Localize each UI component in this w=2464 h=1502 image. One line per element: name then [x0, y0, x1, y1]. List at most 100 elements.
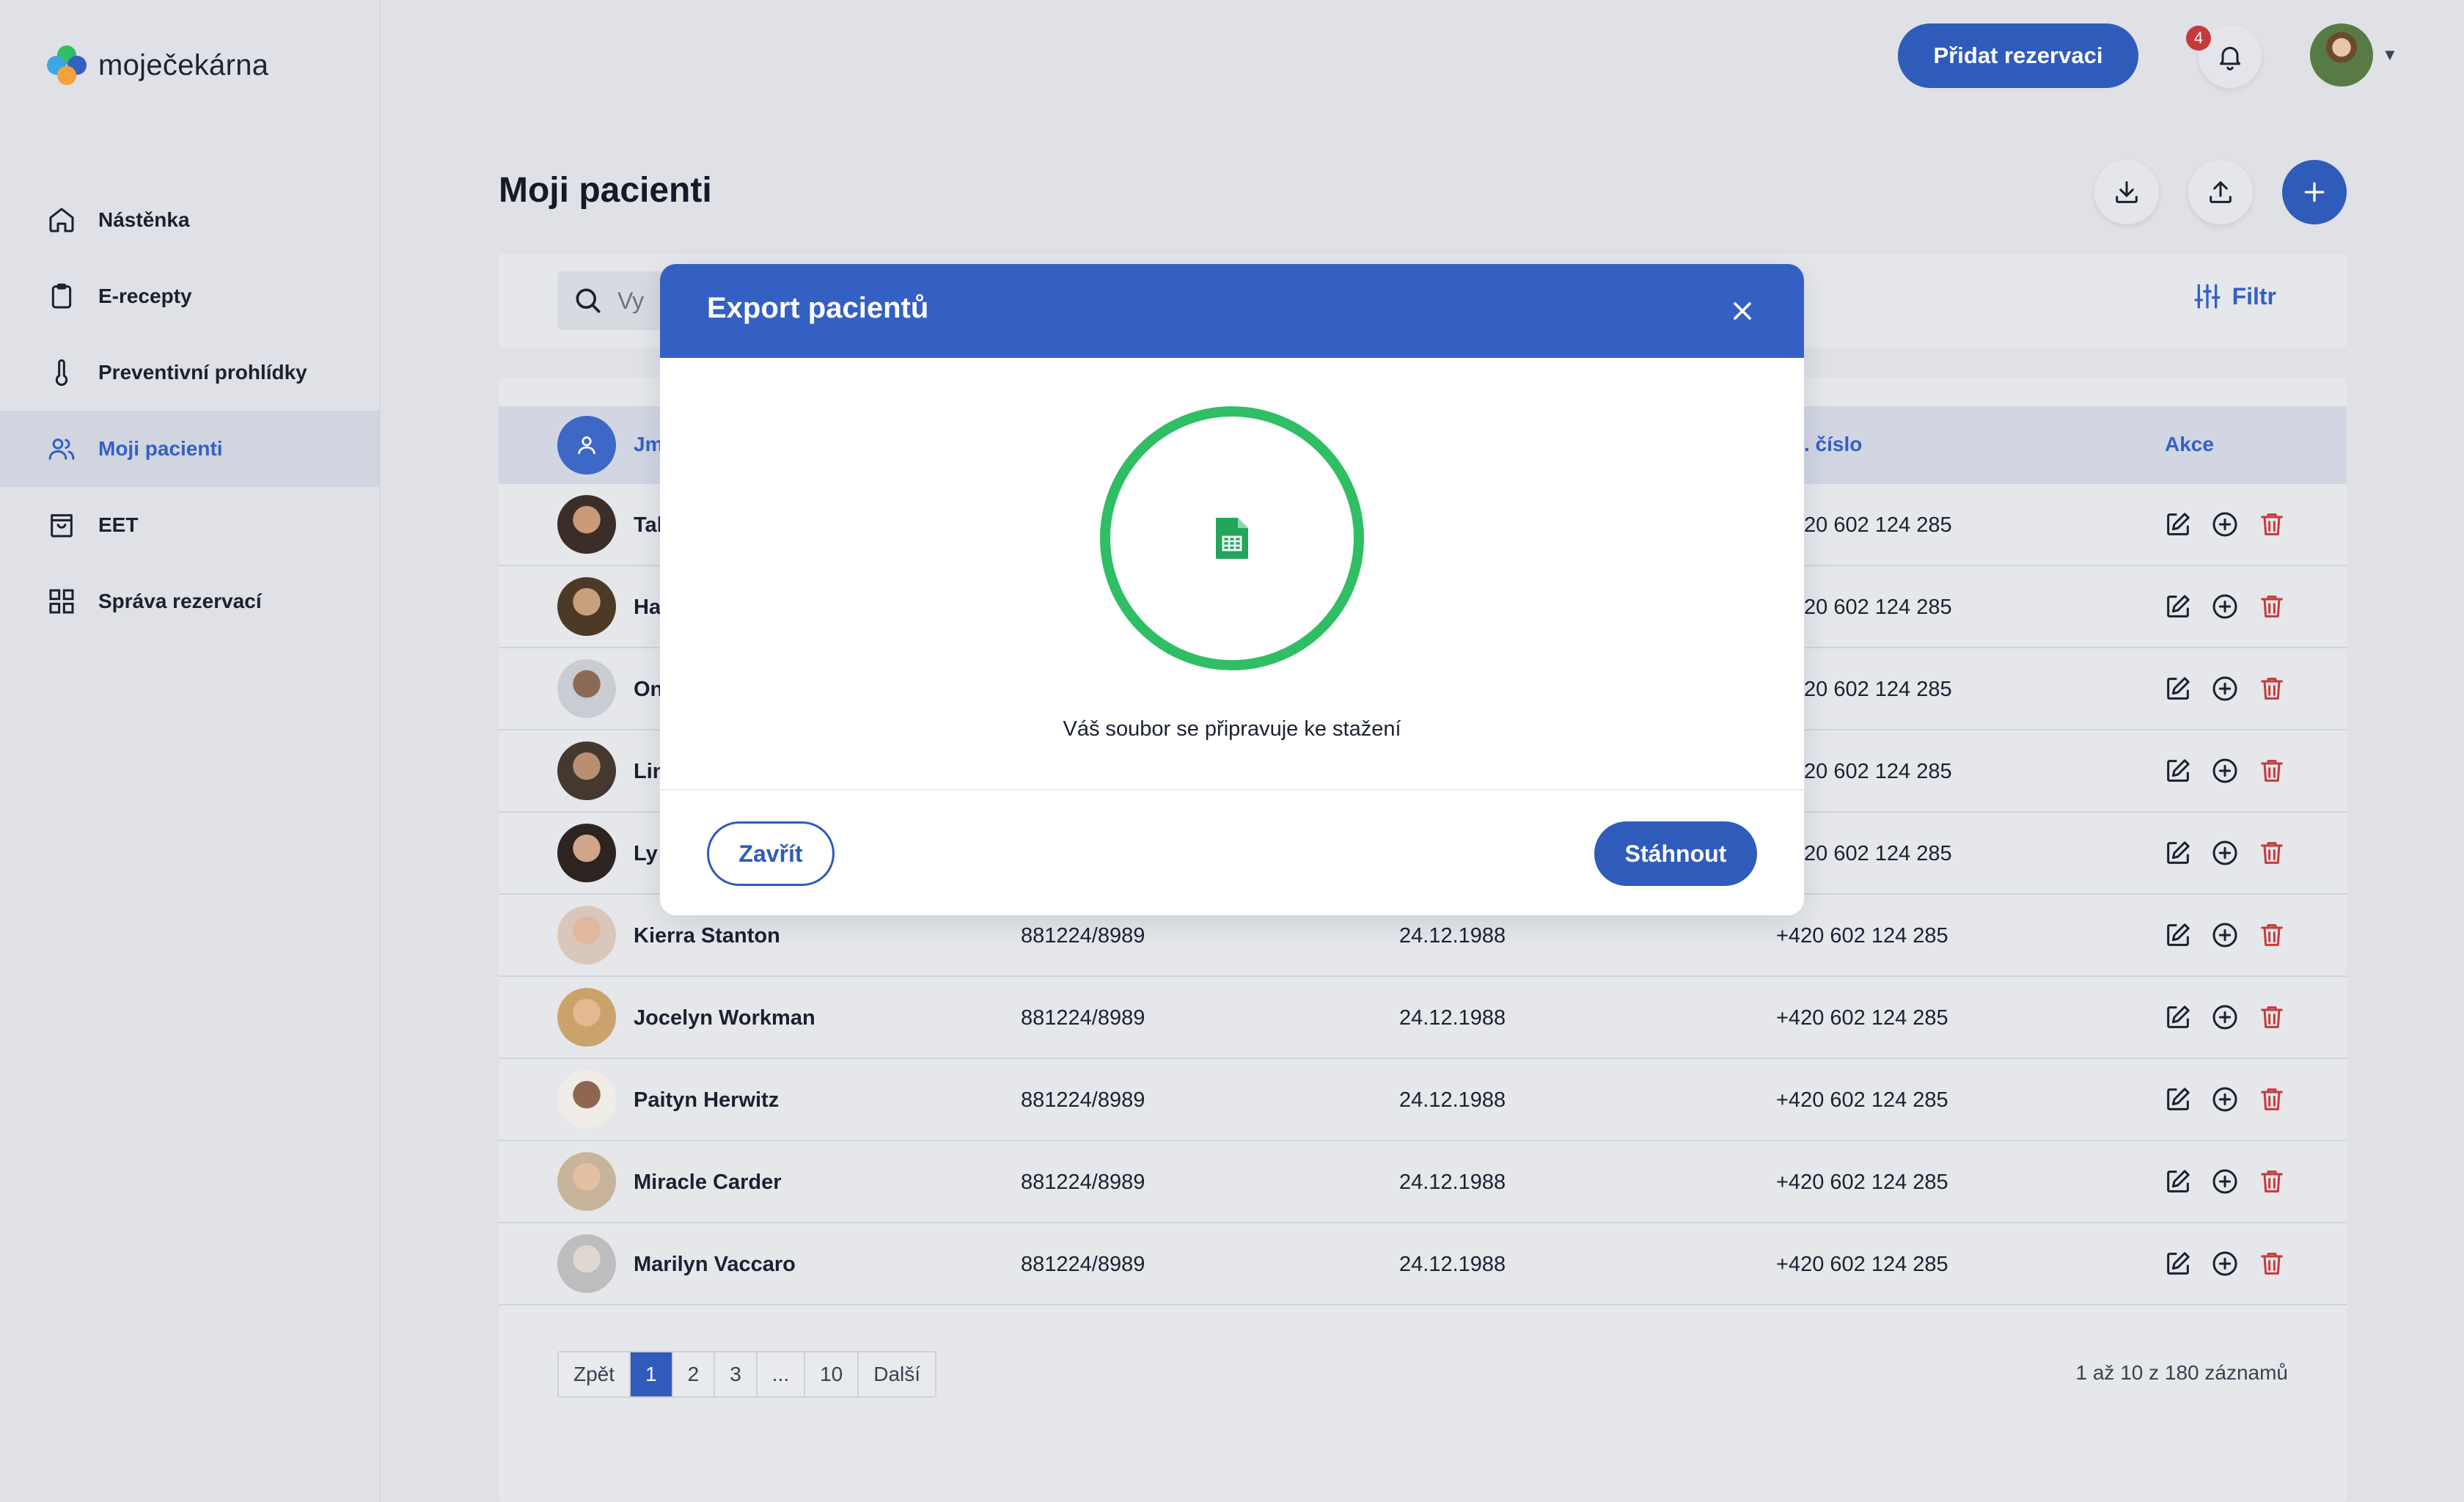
- edit-icon[interactable]: [2163, 510, 2193, 539]
- patient-phone: 20 602 124 285: [1804, 513, 1952, 537]
- export-button[interactable]: [2188, 160, 2253, 224]
- search-icon: [576, 288, 601, 313]
- row-actions: [2163, 674, 2287, 703]
- modal-divider: [660, 789, 1804, 791]
- patient-name[interactable]: Jocelyn Workman: [634, 1006, 815, 1030]
- pagination-ellipsis: ...: [757, 1352, 806, 1396]
- patient-avatar: [557, 1234, 616, 1293]
- column-header-name[interactable]: Jm: [634, 433, 663, 456]
- brand-logo[interactable]: moječekárna: [45, 44, 268, 87]
- patient-avatar: [557, 495, 616, 554]
- patient-birth-number: 881224/8989: [1021, 1171, 1145, 1194]
- add-reservation-button[interactable]: Přidat rezervaci: [1898, 23, 2138, 88]
- sidebar-item-label: E-recepty: [98, 285, 192, 307]
- pagination-page-10[interactable]: 10: [805, 1352, 859, 1396]
- add-circle-icon[interactable]: [2210, 674, 2240, 703]
- patient-phone: +420 602 124 285: [1776, 1006, 1948, 1030]
- patient-avatar: [557, 824, 616, 882]
- patient-phone: 20 602 124 285: [1804, 596, 1952, 619]
- modal-close-button[interactable]: Zavřít: [707, 821, 835, 886]
- sidebar-item-label: Moji pacienti: [98, 437, 223, 460]
- table-row[interactable]: Miracle Carder 881224/8989 24.12.1988 +420 …: [499, 1141, 2347, 1223]
- patient-avatar: [557, 577, 616, 636]
- patient-name[interactable]: Miracle Carder: [634, 1171, 782, 1195]
- add-circle-icon[interactable]: [2210, 1249, 2240, 1278]
- patient-avatar: [557, 988, 616, 1047]
- patient-avatar: [557, 741, 616, 800]
- row-actions: [2163, 1003, 2287, 1032]
- pagination-prev-button[interactable]: Zpět: [559, 1352, 631, 1396]
- upload-icon: [2210, 181, 2232, 203]
- modal-message: Váš soubor se připravuje ke stažení: [1063, 717, 1401, 741]
- trash-icon[interactable]: [2257, 1003, 2287, 1032]
- patient-name[interactable]: Ly: [634, 842, 658, 866]
- user-avatar[interactable]: [2310, 23, 2373, 87]
- add-circle-icon[interactable]: [2210, 1003, 2240, 1032]
- patient-birth-date: 24.12.1988: [1399, 1006, 1506, 1030]
- patient-name[interactable]: Paityn Herwitz: [634, 1088, 779, 1113]
- edit-icon[interactable]: [2163, 1003, 2193, 1032]
- trash-icon[interactable]: [2257, 592, 2287, 621]
- edit-icon[interactable]: [2163, 592, 2193, 621]
- add-circle-icon[interactable]: [2210, 838, 2240, 868]
- patient-avatar: [557, 906, 616, 964]
- pagination-page-2[interactable]: 2: [672, 1352, 716, 1396]
- add-circle-icon[interactable]: [2210, 1167, 2240, 1196]
- edit-icon[interactable]: [2163, 1085, 2193, 1114]
- edit-icon[interactable]: [2163, 674, 2193, 703]
- patient-phone: 20 602 124 285: [1804, 842, 1952, 865]
- edit-icon[interactable]: [2163, 1167, 2193, 1196]
- pagination-page-1[interactable]: 1: [631, 1352, 673, 1396]
- sidebar-item-eet[interactable]: EET: [0, 487, 381, 563]
- trash-icon[interactable]: [2257, 510, 2287, 539]
- add-circle-icon[interactable]: [2210, 920, 2240, 950]
- filter-label: Filtr: [2232, 282, 2276, 309]
- patient-name[interactable]: Ha: [634, 596, 661, 620]
- table-row[interactable]: Paityn Herwitz 881224/8989 24.12.1988 +420 …: [499, 1059, 2347, 1141]
- trash-icon[interactable]: [2257, 1085, 2287, 1114]
- sidebar-item-moji-pacienti[interactable]: Moji pacienti: [0, 411, 381, 487]
- grid-icon: [49, 589, 74, 614]
- column-header-phone[interactable]: . číslo: [1804, 433, 1862, 456]
- modal-download-button[interactable]: Stáhnout: [1594, 821, 1757, 886]
- table-row[interactable]: Marilyn Vaccaro 881224/8989 24.12.1988 +420…: [499, 1223, 2347, 1305]
- edit-icon[interactable]: [2163, 1249, 2193, 1278]
- add-patient-button[interactable]: [2282, 160, 2347, 224]
- trash-icon[interactable]: [2257, 1249, 2287, 1278]
- edit-icon[interactable]: [2163, 756, 2193, 785]
- close-icon[interactable]: [1725, 293, 1760, 329]
- trash-icon[interactable]: [2257, 838, 2287, 868]
- sidebar-item-sprava-rezervaci[interactable]: Správa rezervací: [0, 563, 381, 640]
- modal-header: Export pacientů: [660, 264, 1804, 358]
- pagination-next-button[interactable]: Další: [859, 1352, 936, 1396]
- patient-name[interactable]: Marilyn Vaccaro: [634, 1253, 796, 1277]
- import-button[interactable]: [2094, 160, 2159, 224]
- sidebar-item-nastenka[interactable]: Nástěnka: [0, 182, 381, 258]
- trash-icon[interactable]: [2257, 920, 2287, 950]
- add-circle-icon[interactable]: [2210, 510, 2240, 539]
- sidebar-item-e-recepty[interactable]: E-recepty: [0, 258, 381, 334]
- patient-name[interactable]: Tal: [634, 513, 663, 538]
- sidebar-item-preventivni-prohlidky[interactable]: Preventivní prohlídky: [0, 334, 381, 411]
- table-row[interactable]: Jocelyn Workman 881224/8989 24.12.1988 +420…: [499, 977, 2347, 1059]
- trash-icon[interactable]: [2257, 1167, 2287, 1196]
- row-actions: [2163, 1249, 2287, 1278]
- row-actions: [2163, 1167, 2287, 1196]
- add-circle-icon[interactable]: [2210, 756, 2240, 785]
- patient-avatar: [557, 1152, 616, 1211]
- trash-icon[interactable]: [2257, 674, 2287, 703]
- export-modal: Export pacientů Váš soubor se připravuje…: [660, 264, 1804, 915]
- patient-birth-date: 24.12.1988: [1399, 924, 1506, 948]
- add-circle-icon[interactable]: [2210, 1085, 2240, 1114]
- edit-icon[interactable]: [2163, 838, 2193, 868]
- add-circle-icon[interactable]: [2210, 592, 2240, 621]
- caret-down-icon[interactable]: ▼: [2382, 45, 2398, 65]
- patient-name[interactable]: On: [634, 678, 663, 702]
- plus-icon: [2304, 182, 2325, 202]
- pagination-page-3[interactable]: 3: [715, 1352, 758, 1396]
- patient-birth-date: 24.12.1988: [1399, 1253, 1506, 1276]
- filter-button[interactable]: Filtr: [2193, 282, 2276, 311]
- patient-name[interactable]: Kierra Stanton: [634, 924, 780, 948]
- trash-icon[interactable]: [2257, 756, 2287, 785]
- edit-icon[interactable]: [2163, 920, 2193, 950]
